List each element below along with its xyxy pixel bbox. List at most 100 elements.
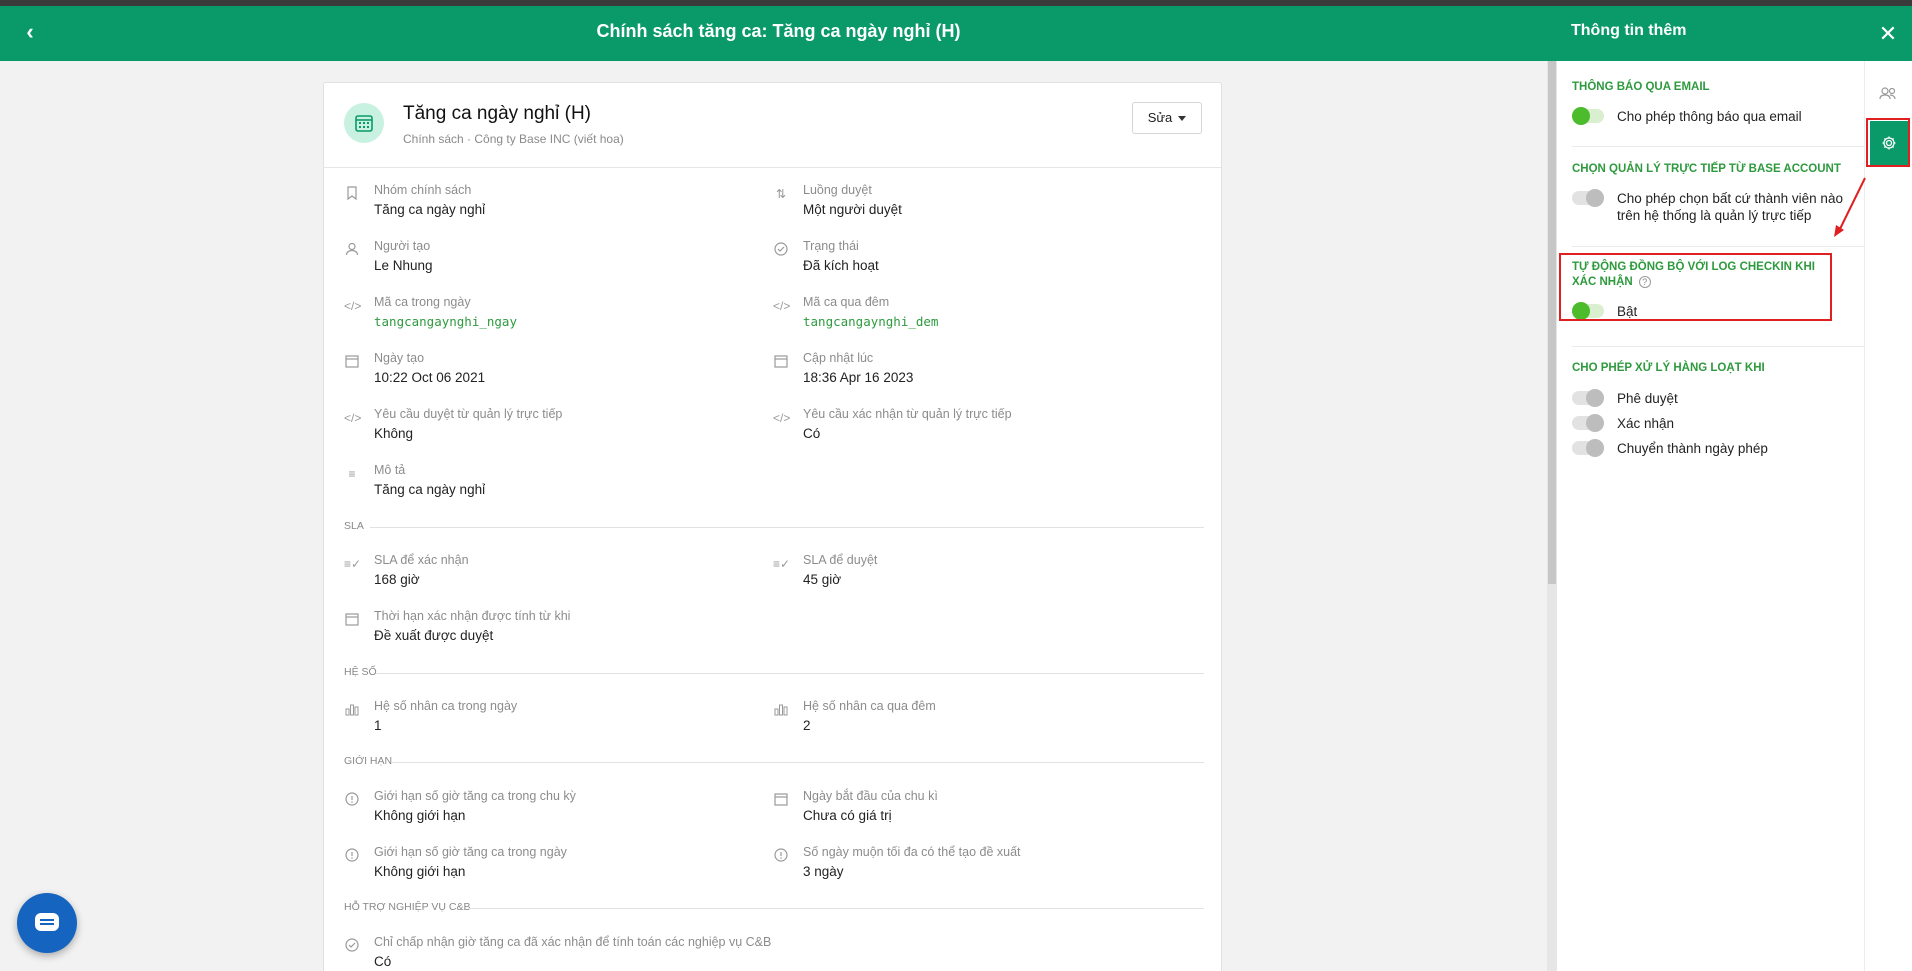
field-label: Mã ca trong ngày — [374, 295, 471, 309]
toggle-knob — [1572, 107, 1590, 125]
card-header: Tăng ca ngày nghỉ (H) Chính sách · Công … — [324, 83, 1221, 168]
toggle-knob — [1586, 439, 1604, 457]
email-section-title: THÔNG BÁO QUA EMAIL — [1572, 81, 1710, 93]
toggle-label: Xác nhận — [1617, 416, 1675, 431]
field-label: Trạng thái — [803, 239, 859, 253]
field-value: Không giới hạn — [374, 808, 466, 823]
toggle-label-line2: trên hệ thống là quản lý trực tiếp — [1617, 208, 1812, 223]
manager-section-title: CHỌN QUẢN LÝ TRỰC TIẾP TỪ BASE ACCOUNT — [1572, 163, 1841, 175]
field-value: 2 — [803, 718, 811, 733]
edit-dropdown-button[interactable]: Sửa — [1132, 102, 1202, 134]
field-label: Hệ số nhân ca qua đêm — [803, 699, 936, 713]
panel-header: Thông tin thêm — [1557, 6, 1864, 61]
users-icon[interactable] — [1877, 84, 1899, 104]
bulk-section-title: CHO PHÉP XỬ LÝ HÀNG LOẠT KHI — [1572, 362, 1765, 374]
field-value: Không giới hạn — [374, 864, 466, 879]
field-label: Yêu cầu duyệt từ quản lý trực tiếp — [374, 407, 563, 421]
field-value: Đã kích hoạt — [803, 258, 879, 273]
field-label: Ngày bắt đầu của chu kì — [803, 789, 938, 803]
toggle-knob — [1586, 389, 1604, 407]
field-label: Người tạo — [374, 239, 431, 253]
field-value: 168 giờ — [374, 572, 420, 587]
bulk-approve-toggle[interactable] — [1572, 389, 1604, 407]
section-title: GIỚI HẠN — [344, 755, 393, 767]
chat-line — [40, 919, 54, 921]
toggle-label: Chuyển thành ngày phép — [1617, 441, 1768, 456]
field-label: Chỉ chấp nhận giờ tăng ca đã xác nhận để… — [374, 935, 772, 949]
bulk-leave-toggle[interactable] — [1572, 439, 1604, 457]
field-label: Luồng duyệt — [803, 183, 872, 197]
text-align-icon: ≡ — [348, 467, 356, 481]
section-sla: SLA — [344, 520, 1204, 532]
field-value: Có — [803, 426, 821, 441]
manager-toggle[interactable] — [1572, 189, 1604, 207]
field-label: SLA để duyệt — [803, 553, 878, 567]
field-label: Nhóm chính sách — [374, 183, 472, 197]
field-label: Giới hạn số giờ tăng ca trong ngày — [374, 845, 567, 859]
user-icon — [344, 242, 360, 258]
scrollbar-thumb[interactable] — [1548, 61, 1556, 584]
field-label: SLA để xác nhận — [374, 553, 469, 567]
bookmark-icon — [344, 186, 360, 202]
toggle-knob — [1586, 189, 1604, 207]
divider — [370, 527, 1204, 528]
section-title: HỆ SỐ — [344, 666, 377, 678]
field-label: Hệ số nhân ca trong ngày — [374, 699, 518, 713]
list-check-icon: ≡✓ — [344, 557, 362, 571]
field-value: 45 giờ — [803, 572, 842, 587]
sort-icon: ⇅ — [775, 187, 787, 201]
chat-line — [40, 923, 54, 925]
bulk-confirm-toggle[interactable] — [1572, 414, 1604, 432]
code-icon: </> — [344, 299, 362, 313]
highlight-box — [1559, 253, 1832, 321]
close-icon[interactable]: ✕ — [1864, 6, 1912, 61]
divider — [376, 673, 1204, 674]
field-value: 3 ngày — [803, 864, 844, 879]
email-toggle[interactable] — [1572, 107, 1604, 125]
field-value: 18:36 Apr 16 2023 — [803, 370, 914, 385]
section-title: HỖ TRỢ NGHIỆP VỤ C&B — [344, 901, 471, 913]
field-label: Giới hạn số giờ tăng ca trong chu kỳ — [374, 789, 576, 803]
calendar-icon — [344, 103, 384, 143]
field-value: Tăng ca ngày nghỉ — [374, 482, 486, 497]
calendar-icon — [773, 792, 789, 808]
toggle-label: Phê duyệt — [1617, 391, 1678, 406]
field-value: Đề xuất được duyệt — [374, 628, 494, 643]
calendar-icon — [773, 354, 789, 370]
side-rail — [1864, 61, 1912, 971]
field-label: Mô tả — [374, 463, 406, 477]
policy-title: Tăng ca ngày nghỉ (H) — [403, 103, 591, 124]
code-icon: </> — [773, 411, 791, 425]
panel-title: Thông tin thêm — [1571, 22, 1687, 39]
page-header: ‹ Chính sách tăng ca: Tăng ca ngày nghỉ … — [0, 6, 1557, 61]
list-check-icon: ≡✓ — [773, 557, 791, 571]
chat-button[interactable] — [17, 893, 77, 953]
field-value: Le Nhung — [374, 258, 433, 273]
check-circle-icon — [773, 242, 789, 258]
bar-chart-icon — [773, 702, 789, 718]
page-title: Chính sách tăng ca: Tăng ca ngày nghỉ (H… — [596, 21, 961, 41]
annotation-arrow — [1834, 177, 1866, 237]
info-circle-icon — [344, 848, 360, 864]
divider — [391, 762, 1204, 763]
field-value: 1 — [374, 718, 382, 733]
section-limits: GIỚI HẠN — [344, 755, 1204, 767]
divider — [469, 908, 1204, 909]
divider — [1572, 346, 1864, 347]
policy-subtitle: Chính sách · Công ty Base INC (viết hoa) — [403, 132, 624, 146]
calendar-icon — [344, 612, 360, 628]
field-label: Ngày tạo — [374, 351, 425, 365]
toggle-label-line1: Cho phép chọn bất cứ thành viên nào — [1617, 191, 1843, 206]
toggle-knob — [1586, 414, 1604, 432]
divider — [1572, 146, 1864, 147]
policy-card: Tăng ca ngày nghỉ (H) Chính sách · Công … — [323, 82, 1222, 971]
field-label: Yêu cầu xác nhận từ quản lý trực tiếp — [803, 407, 1012, 421]
field-value: 10:22 Oct 06 2021 — [374, 370, 486, 385]
highlight-box — [1866, 118, 1910, 167]
caret-down-icon — [1178, 116, 1187, 122]
check-circle-icon — [344, 938, 360, 954]
field-label: Cập nhật lúc — [803, 351, 874, 365]
section-cb-support: HỖ TRỢ NGHIỆP VỤ C&B — [344, 901, 1204, 913]
field-value: Không — [374, 426, 414, 441]
field-value: tangcangaynghi_dem — [803, 314, 939, 329]
